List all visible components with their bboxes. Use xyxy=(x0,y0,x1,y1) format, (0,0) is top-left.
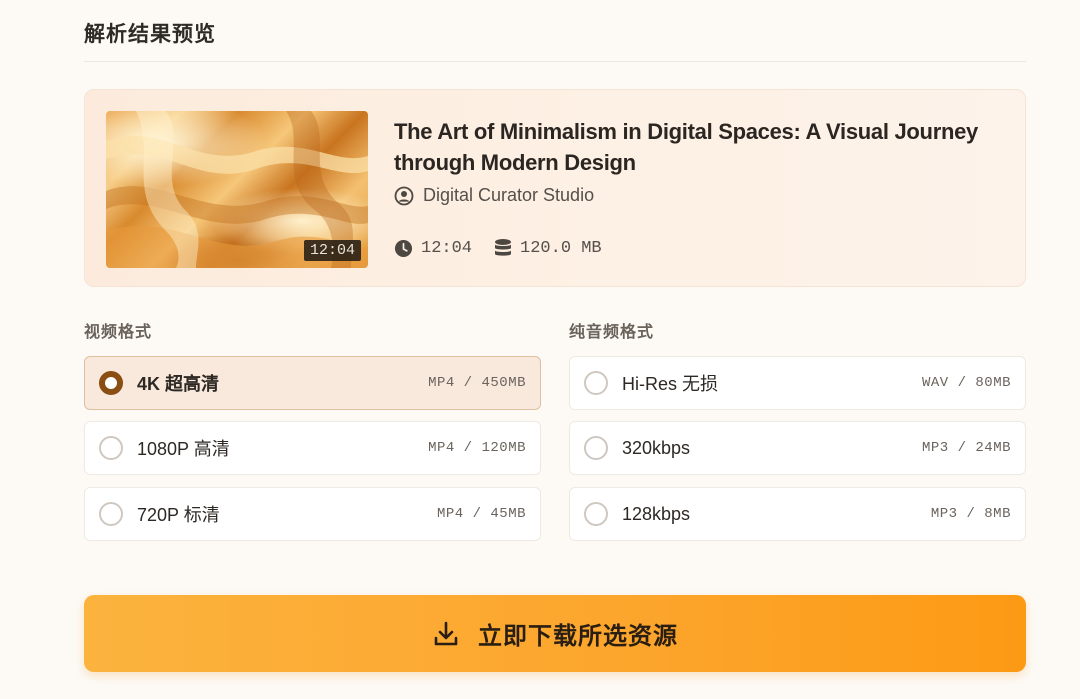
video-option-1080p[interactable]: 1080P 高清 MP4 / 120MB xyxy=(84,421,541,475)
radio-button[interactable] xyxy=(584,371,608,395)
video-option-720p[interactable]: 720P 标清 MP4 / 45MB xyxy=(84,487,541,541)
radio-button[interactable] xyxy=(99,502,123,526)
option-spec: MP4 / 45MB xyxy=(436,506,526,522)
duration-value: 12:04 xyxy=(421,238,473,258)
download-button[interactable]: 立即下载所选资源 xyxy=(84,595,1026,672)
database-icon xyxy=(494,238,512,258)
option-label: 1080P 高清 xyxy=(137,439,230,459)
meta-row: 12:04 120.0 MB xyxy=(394,238,624,258)
audio-option-hires[interactable]: Hi-Res 无损 WAV / 80MB xyxy=(569,356,1026,410)
option-label: Hi-Res 无损 xyxy=(622,374,719,394)
download-icon xyxy=(432,620,460,648)
option-label: 128kbps xyxy=(622,503,691,524)
video-thumbnail[interactable]: 12:04 xyxy=(106,111,368,268)
user-circle-icon xyxy=(394,186,414,206)
author-row: Digital Curator Studio xyxy=(394,185,594,206)
video-option-4k[interactable]: 4K 超高清 MP4 / 450MB xyxy=(84,356,541,410)
option-spec: MP3 / 24MB xyxy=(921,440,1011,456)
video-format-label: 视频格式 xyxy=(84,324,153,341)
radio-button[interactable] xyxy=(584,502,608,526)
clock-icon xyxy=(394,239,413,258)
size-item: 120.0 MB xyxy=(494,238,602,258)
option-spec: MP4 / 450MB xyxy=(428,375,526,391)
media-card: 12:04 The Art of Minimalism in Digital S… xyxy=(84,89,1026,287)
option-spec: MP4 / 120MB xyxy=(428,440,526,456)
author-name: Digital Curator Studio xyxy=(423,185,595,205)
option-spec: WAV / 80MB xyxy=(921,375,1011,391)
parse-result-panel: 解析结果预览 12:04 The Art of Minimalism in Di… xyxy=(0,0,1080,699)
section-title: 解析结果预览 xyxy=(84,23,216,46)
option-label: 320kbps xyxy=(622,437,691,458)
option-label: 720P 标清 xyxy=(137,505,220,525)
download-button-label: 立即下载所选资源 xyxy=(478,623,678,650)
thumbnail-duration-badge: 12:04 xyxy=(303,240,361,261)
size-value: 120.0 MB xyxy=(520,238,602,258)
radio-button[interactable] xyxy=(99,371,123,395)
audio-format-label: 纯音频格式 xyxy=(569,324,655,341)
divider xyxy=(84,61,1026,62)
audio-option-320kbps[interactable]: 320kbps MP3 / 24MB xyxy=(569,421,1026,475)
audio-option-128kbps[interactable]: 128kbps MP3 / 8MB xyxy=(569,487,1026,541)
radio-button[interactable] xyxy=(584,436,608,460)
duration-item: 12:04 xyxy=(394,239,472,258)
media-title: The Art of Minimalism in Digital Spaces:… xyxy=(394,119,978,175)
option-spec: MP3 / 8MB xyxy=(930,506,1011,522)
radio-button[interactable] xyxy=(99,436,123,460)
option-label: 4K 超高清 xyxy=(137,374,220,394)
